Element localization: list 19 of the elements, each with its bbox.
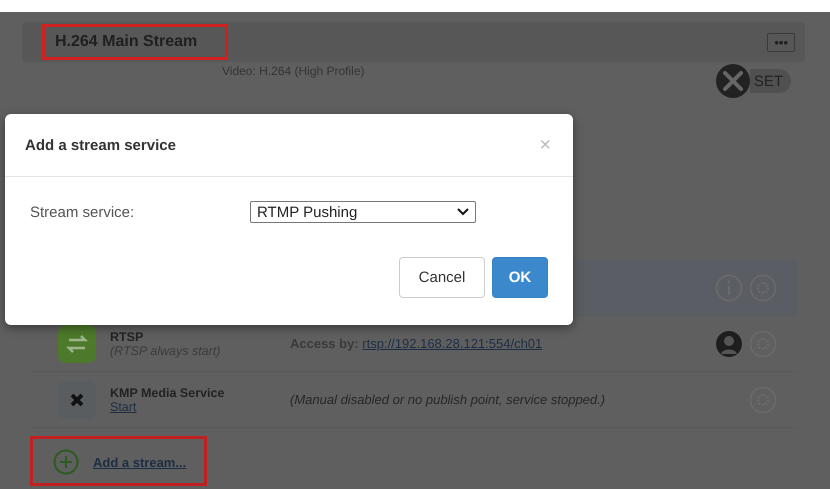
access-link[interactable]: rtsp://192.168.28.121:554/ch01: [362, 336, 542, 351]
start-link[interactable]: Start: [110, 400, 276, 414]
service-message: (Manual disabled or no publish point, service stopped.): [290, 392, 606, 407]
cancel-button[interactable]: Cancel: [399, 257, 485, 298]
more-button[interactable]: •••: [767, 32, 795, 52]
field-label: Stream service:: [30, 204, 136, 220]
chevron-down-icon: [457, 208, 469, 216]
close-button[interactable]: ×: [539, 134, 551, 156]
service-name: KMP Media Service: [110, 386, 226, 400]
ok-button[interactable]: OK: [492, 257, 548, 298]
dialog-title: Add a stream service: [25, 136, 176, 154]
stream-service-select[interactable]: RTMP Pushing: [250, 201, 476, 223]
service-name: RTSP: [110, 330, 144, 344]
add-stream-link[interactable]: Add a stream...: [93, 454, 186, 470]
cross-icon: [58, 380, 96, 418]
arrows-icon: [58, 324, 96, 362]
add-icon: [53, 449, 79, 475]
user-icon[interactable]: [715, 330, 743, 358]
stream-title: H.264 Main Stream: [42, 24, 228, 60]
